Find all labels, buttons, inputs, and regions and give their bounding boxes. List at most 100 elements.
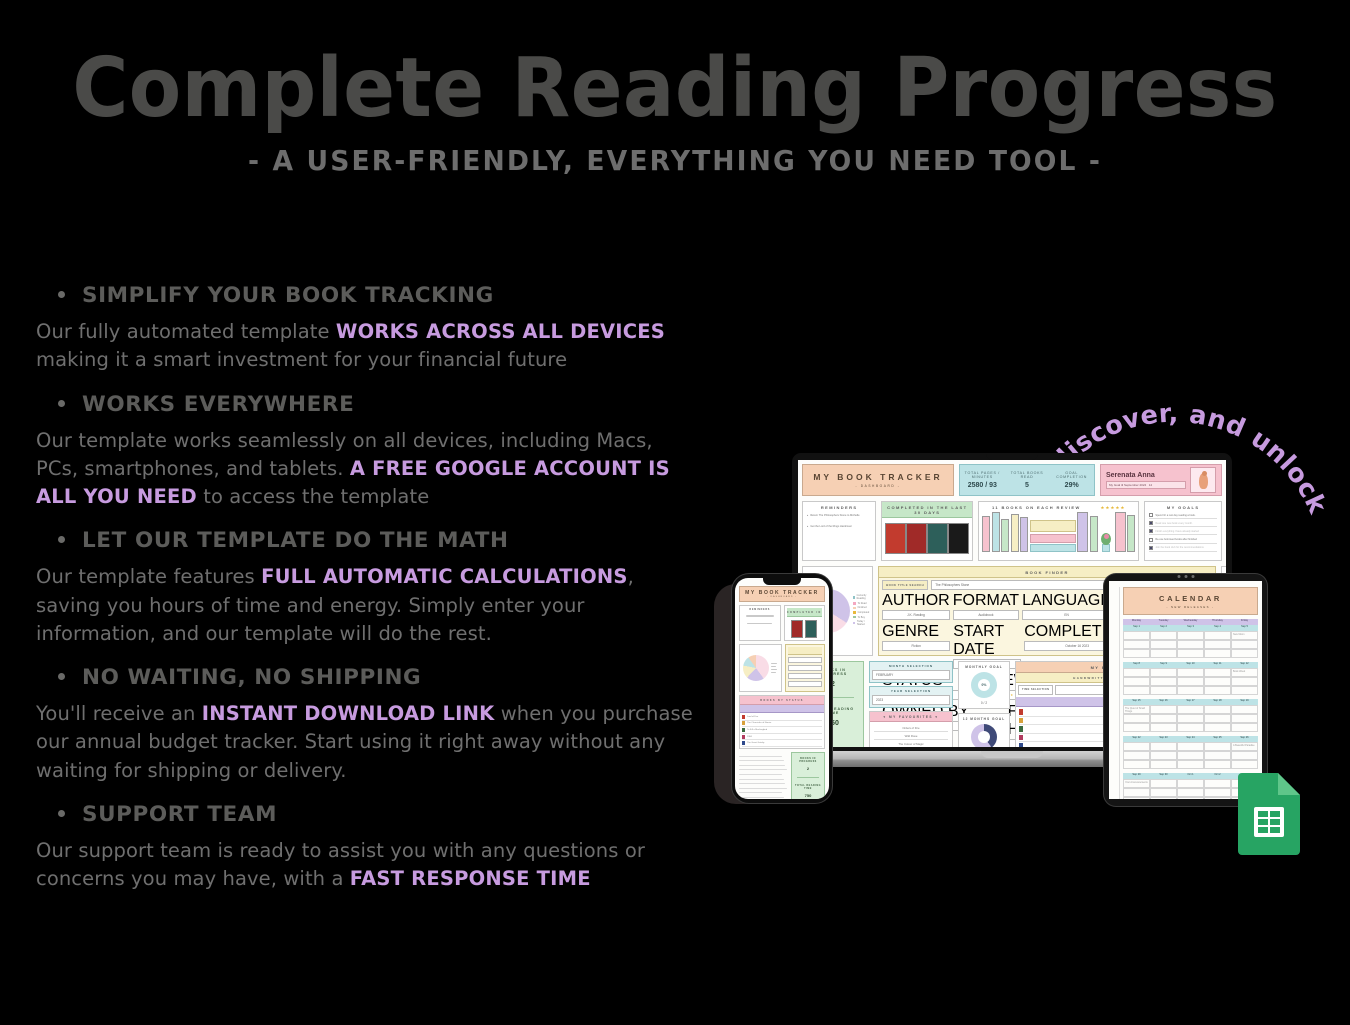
- calendar-cell[interactable]: [1150, 742, 1177, 751]
- calendar-cell[interactable]: [1123, 788, 1150, 797]
- checkbox-icon[interactable]: [1149, 545, 1154, 550]
- calendar-cell[interactable]: [1204, 742, 1231, 751]
- calendar-cell[interactable]: [1204, 779, 1231, 788]
- calendar-cell[interactable]: [1177, 797, 1204, 799]
- goal-item[interactable]: Join the book club for the recommendatio…: [1149, 545, 1217, 552]
- calendar-cell[interactable]: [1204, 649, 1231, 658]
- checkbox-icon[interactable]: [1149, 513, 1154, 517]
- calendar-cell[interactable]: [1204, 760, 1231, 769]
- calendar-cell[interactable]: [1150, 797, 1177, 799]
- calendar-cell[interactable]: [1177, 631, 1204, 640]
- feature-heading: SUPPORT TEAM: [36, 802, 696, 827]
- calendar-cell[interactable]: [1231, 760, 1258, 769]
- calendar-cell[interactable]: [1150, 668, 1177, 677]
- calendar-cell[interactable]: [1123, 742, 1150, 751]
- calendar-cell[interactable]: A Beautiful Paradise: [1231, 742, 1258, 751]
- calendar-cell[interactable]: [1150, 686, 1177, 695]
- calendar-cell[interactable]: [1150, 649, 1177, 658]
- calendar-cell[interactable]: [1204, 714, 1231, 723]
- calendar-cell[interactable]: [1150, 714, 1177, 723]
- calendar-cell[interactable]: New Moon: [1231, 631, 1258, 640]
- calendar-cell[interactable]: [1123, 686, 1150, 695]
- bullet-icon: [58, 809, 65, 817]
- calendar-cell[interactable]: [1150, 751, 1177, 760]
- finder-field-value[interactable]: Fiction: [882, 641, 951, 651]
- calendar-cell[interactable]: [1231, 677, 1258, 686]
- goal-item[interactable]: Re-use borrowed books after finished: [1149, 537, 1217, 544]
- calendar-cell[interactable]: [1150, 631, 1177, 640]
- calendar-cell[interactable]: [1150, 788, 1177, 797]
- calendar-cell[interactable]: [1123, 649, 1150, 658]
- phone-book-row: The Great Gatsby: [742, 740, 822, 747]
- calendar-cell[interactable]: Book Week: [1231, 668, 1258, 677]
- finder-field-value[interactable]: Audiobook: [952, 610, 1020, 620]
- calendar-cell[interactable]: [1177, 779, 1204, 788]
- finder-field-value[interactable]: J.K. Rowling: [882, 610, 950, 620]
- calendar-cell[interactable]: [1123, 714, 1150, 723]
- calendar-cell[interactable]: [1231, 649, 1258, 658]
- calendar-cell[interactable]: [1150, 677, 1177, 686]
- calendar-cell[interactable]: [1204, 723, 1231, 732]
- calendar-cell[interactable]: [1177, 742, 1204, 751]
- calendar-cell[interactable]: [1177, 686, 1204, 695]
- calendar-cell[interactable]: [1150, 705, 1177, 714]
- calendar-cell[interactable]: [1204, 788, 1231, 797]
- calendar-cell[interactable]: [1177, 760, 1204, 769]
- goal-item[interactable]: Spend 1h a rest day reading a book.: [1149, 513, 1217, 519]
- google-sheets-icon[interactable]: [1238, 773, 1300, 855]
- calendar-cell[interactable]: [1204, 640, 1231, 649]
- calendar-cell[interactable]: [1150, 779, 1177, 788]
- calendar-cell[interactable]: [1150, 640, 1177, 649]
- calendar-cell[interactable]: [1150, 760, 1177, 769]
- calendar-cell[interactable]: [1123, 631, 1150, 640]
- calendar-cell[interactable]: [1231, 714, 1258, 723]
- calendar-cell[interactable]: [1231, 705, 1258, 714]
- calendar-cell[interactable]: [1177, 677, 1204, 686]
- calendar-cell[interactable]: [1177, 640, 1204, 649]
- calendar-cell[interactable]: [1123, 677, 1150, 686]
- calendar-cell[interactable]: [1177, 705, 1204, 714]
- calendar-cell[interactable]: [1204, 751, 1231, 760]
- month-selection[interactable]: MONTH SELECTION FEBRUARY: [869, 661, 953, 683]
- calendar-cell[interactable]: [1231, 640, 1258, 649]
- calendar-cell[interactable]: [1204, 668, 1231, 677]
- finder-field-value[interactable]: EN: [1022, 610, 1111, 620]
- calendar-cell[interactable]: [1123, 760, 1150, 769]
- finder-field[interactable]: AUTHOR J.K. Rowling: [882, 592, 950, 620]
- goal-item[interactable]: Finish everything I have already started: [1149, 529, 1217, 536]
- calendar-cell[interactable]: [1123, 668, 1150, 677]
- checkbox-icon[interactable]: [1149, 537, 1154, 542]
- goal-item[interactable]: Read one new book every month.: [1149, 521, 1217, 528]
- month-selection-value[interactable]: FEBRUARY: [872, 670, 950, 680]
- calendar-cell[interactable]: [1177, 788, 1204, 797]
- calendar-cell[interactable]: [1177, 668, 1204, 677]
- phone-screen[interactable]: MY BOOK TRACKER - DASHBOARD - REMINDERS …: [735, 578, 829, 799]
- calendar-cell[interactable]: [1231, 751, 1258, 760]
- calendar-cell[interactable]: [1123, 640, 1150, 649]
- dashboard-stats: TOTAL PAGES / MINUTES 2580 / 93 TOTAL BOOK…: [959, 464, 1095, 496]
- calendar-cell[interactable]: [1177, 751, 1204, 760]
- finder-field[interactable]: LANGUAGE EN: [1022, 592, 1111, 620]
- calendar-cell[interactable]: [1231, 723, 1258, 732]
- calendar-cell[interactable]: [1204, 797, 1231, 799]
- calendar-cell[interactable]: Your Announcements: [1123, 779, 1150, 788]
- year-selection-value[interactable]: 2023: [872, 695, 950, 705]
- calendar-cell[interactable]: [1150, 723, 1177, 732]
- finder-field[interactable]: FORMAT Audiobook: [952, 592, 1020, 620]
- checkbox-icon[interactable]: [1149, 521, 1154, 526]
- tablet-screen[interactable]: CALENDAR - NEW RELEASES - Monday Tuesday W…: [1109, 581, 1262, 799]
- calendar-cell[interactable]: [1204, 677, 1231, 686]
- calendar-cell[interactable]: [1204, 686, 1231, 695]
- calendar-cell[interactable]: [1177, 649, 1204, 658]
- calendar-cell[interactable]: [1204, 631, 1231, 640]
- calendar-cell[interactable]: [1123, 797, 1150, 799]
- year-selection[interactable]: YEAR SELECTION 2023: [869, 686, 953, 708]
- calendar-cell[interactable]: The Quiet of Small Things: [1123, 705, 1150, 714]
- calendar-cell[interactable]: [1204, 705, 1231, 714]
- calendar-cell[interactable]: [1177, 723, 1204, 732]
- checkbox-icon[interactable]: [1149, 529, 1154, 534]
- calendar-cell[interactable]: [1123, 751, 1150, 760]
- calendar-cell[interactable]: [1177, 714, 1204, 723]
- calendar-cell[interactable]: [1231, 686, 1258, 695]
- calendar-cell[interactable]: [1123, 723, 1150, 732]
